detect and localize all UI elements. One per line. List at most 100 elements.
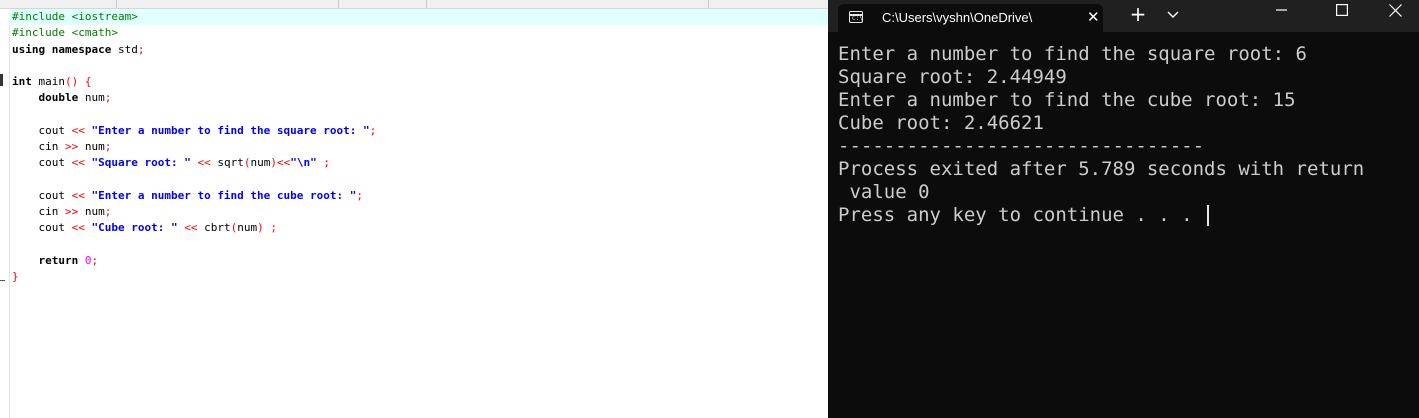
code-line[interactable] xyxy=(12,107,828,123)
new-tab-button[interactable]: + xyxy=(1128,3,1148,25)
code-token: << xyxy=(177,221,205,235)
code-token: << xyxy=(71,221,92,235)
console-line-text: -------------------------------- xyxy=(838,135,1205,157)
close-icon: ✕ xyxy=(1087,8,1100,26)
code-token: } xyxy=(12,270,19,283)
code-line[interactable]: #include <cmath> xyxy=(12,25,828,41)
fold-end-marker xyxy=(0,280,5,281)
code-token: ; xyxy=(356,188,364,202)
code-token: return xyxy=(12,253,85,267)
console-line: Process exited after 5.789 seconds with … xyxy=(838,158,1419,181)
console-line: -------------------------------- xyxy=(838,135,1419,158)
code-line[interactable]: cout << "Square root: " << sqrt(num)<<"\… xyxy=(12,155,828,171)
editor-gutter[interactable] xyxy=(0,9,10,418)
console-line-text: Press any key to continue . . . xyxy=(838,204,1205,226)
code-token: << xyxy=(71,156,92,170)
code-token: >> xyxy=(64,140,85,153)
console-line-text: Cube root: 2.46621 xyxy=(838,112,1044,134)
code-line[interactable]: cout << "Cube root: " << cbrt(num) ; xyxy=(12,220,828,236)
code-token: num xyxy=(84,140,105,153)
code-token: << xyxy=(71,188,92,202)
fold-marker[interactable] xyxy=(0,74,3,86)
console-line-text: Square root: 2.44949 xyxy=(838,66,1067,88)
tab-dropdown-button[interactable] xyxy=(1165,6,1181,24)
code-token: std xyxy=(117,42,138,56)
code-line[interactable]: cout << "Enter a number to find the squa… xyxy=(12,123,828,139)
code-line[interactable]: using namespace std; xyxy=(12,42,828,58)
tab-separator xyxy=(338,0,339,8)
code-token: << xyxy=(190,156,218,170)
code-token: cin xyxy=(12,140,65,153)
code-token: ; xyxy=(91,253,99,267)
close-icon xyxy=(1389,4,1402,17)
console-line-text: Enter a number to find the cube root: 15 xyxy=(838,89,1296,111)
text-cursor xyxy=(1207,205,1210,226)
code-token: ; xyxy=(104,91,112,105)
terminal-tab[interactable]: C:\ C:\Users\vyshn\OneDrive\ ✕ xyxy=(838,4,1103,32)
code-line[interactable]: double num; xyxy=(12,90,828,106)
terminal-icon: C:\ xyxy=(849,11,863,23)
code-token: cout xyxy=(12,188,72,202)
code-token: cout xyxy=(12,156,72,170)
minimize-icon xyxy=(1276,9,1287,11)
code-token: () { xyxy=(65,75,92,88)
console-line: Square root: 2.44949 xyxy=(838,66,1419,89)
title-bar[interactable]: C:\ C:\Users\vyshn\OneDrive\ ✕ + xyxy=(828,0,1419,32)
code-token: ; xyxy=(316,156,330,170)
code-token: int xyxy=(12,75,39,88)
chevron-down-icon xyxy=(1167,11,1179,18)
code-token: num xyxy=(237,221,258,235)
tab-separator xyxy=(116,0,117,8)
code-token: )<< xyxy=(270,156,291,170)
console-line: Enter a number to find the square root: … xyxy=(838,43,1419,66)
console-output[interactable]: Enter a number to find the square root: … xyxy=(838,43,1419,227)
console-line-text: Enter a number to find the square root: … xyxy=(838,43,1307,65)
code-line[interactable] xyxy=(12,237,828,253)
minimize-button[interactable] xyxy=(1259,0,1305,24)
maximize-button[interactable] xyxy=(1319,0,1365,24)
code-line[interactable] xyxy=(12,58,828,74)
code-token: using namespace xyxy=(12,42,118,56)
code-token: << xyxy=(71,123,92,137)
code-line[interactable]: cin >> num; xyxy=(12,139,828,155)
code-token: num xyxy=(84,91,105,105)
console-line: Cube root: 2.46621 xyxy=(838,112,1419,135)
code-token: ; xyxy=(369,123,377,137)
code-token: #include <cmath> xyxy=(12,26,118,40)
code-token: cbrt xyxy=(204,221,231,235)
console-line: Press any key to continue . . . xyxy=(838,204,1419,227)
console-line-text: value 0 xyxy=(838,181,930,203)
code-line[interactable]: cout << "Enter a number to find the cube… xyxy=(12,188,828,204)
code-token: ; xyxy=(104,205,112,218)
code-area[interactable]: #include <iostream> #include <cmath> using… xyxy=(9,9,828,285)
code-token: "Enter a number to find the square root:… xyxy=(91,123,370,137)
plus-icon: + xyxy=(1129,2,1147,26)
code-editor[interactable]: #include <iostream> #include <cmath> using… xyxy=(0,0,828,418)
code-token: "Enter a number to find the cube root: " xyxy=(91,188,357,202)
code-line[interactable] xyxy=(12,172,828,188)
code-line[interactable]: int main() { xyxy=(12,74,828,90)
console-line: Enter a number to find the cube root: 15 xyxy=(838,89,1419,112)
code-token: ) ; xyxy=(257,221,277,235)
code-line[interactable]: #include <iostream> xyxy=(9,9,828,26)
tab-separator xyxy=(426,0,427,8)
window-close-button[interactable] xyxy=(1372,0,1418,24)
tab-title: C:\Users\vyshn\OneDrive\ xyxy=(882,10,1033,25)
code-token: "Square root: " xyxy=(91,156,191,170)
code-token: double xyxy=(12,91,85,105)
terminal-icon-glyph: C:\ xyxy=(852,15,863,22)
code-token: ; xyxy=(104,140,112,153)
code-line[interactable]: } xyxy=(12,269,828,285)
code-line[interactable]: return 0; xyxy=(12,253,828,269)
code-token: ; xyxy=(137,42,145,56)
terminal-window[interactable]: C:\ C:\Users\vyshn\OneDrive\ ✕ + Enter a… xyxy=(828,0,1419,418)
console-line: value 0 xyxy=(838,181,1419,204)
code-token: cout xyxy=(12,123,72,137)
code-token: sqrt xyxy=(217,156,244,170)
editor-tab-strip[interactable] xyxy=(0,0,828,9)
close-tab-button[interactable]: ✕ xyxy=(1087,8,1100,26)
code-token: cin xyxy=(12,205,65,218)
code-token: >> xyxy=(64,205,85,218)
code-token: main xyxy=(38,75,66,88)
code-line[interactable]: cin >> num; xyxy=(12,204,828,220)
